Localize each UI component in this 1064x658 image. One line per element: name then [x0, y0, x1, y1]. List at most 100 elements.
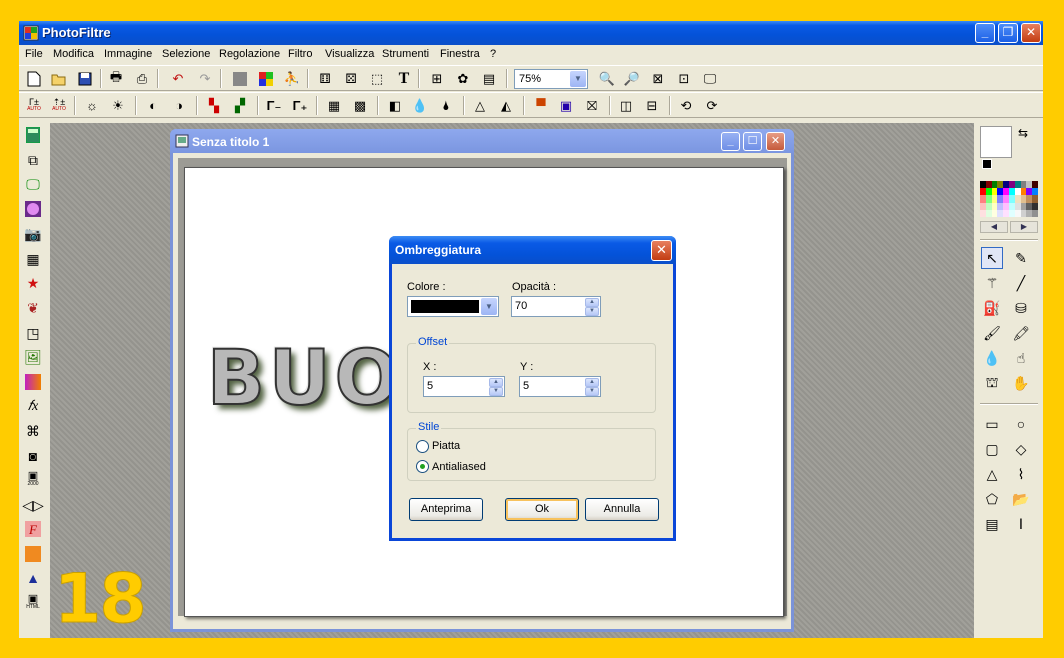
function-button[interactable]: 𝑓x: [24, 398, 42, 416]
zoom-in-button[interactable]: 🔍: [598, 70, 616, 87]
brightness-minus-button[interactable]: ☼: [83, 97, 101, 114]
rotate-left-button[interactable]: ⟲: [677, 97, 695, 114]
style-antialiased-label[interactable]: Antialiased: [432, 461, 486, 473]
print-button[interactable]: 🖶: [107, 69, 125, 87]
palette-swatch[interactable]: [1032, 181, 1038, 189]
menu-visualizza[interactable]: Visualizza: [325, 48, 374, 60]
new-file-button[interactable]: [25, 70, 43, 87]
palette-swatch[interactable]: [1032, 202, 1038, 210]
spin-down-icon[interactable]: ▼: [489, 387, 503, 396]
filter-emboss-button[interactable]: ◧: [386, 97, 404, 114]
filter-texture-button[interactable]: ▩: [351, 97, 369, 114]
brightness-plus-button[interactable]: ☀: [109, 97, 127, 114]
save-button[interactable]: [76, 70, 94, 87]
layers-button[interactable]: ⧉: [24, 151, 42, 169]
texture-fill-button[interactable]: ⛝: [583, 97, 601, 114]
orange-fill-button[interactable]: [24, 545, 42, 563]
doc-minimize-button[interactable]: _: [721, 132, 740, 151]
camera-button[interactable]: 📷: [24, 225, 42, 243]
foreground-color-swatch[interactable]: [980, 126, 1012, 158]
lasso-select-button[interactable]: ⌇: [1010, 463, 1032, 485]
title-bar[interactable]: PhotoFiltre _ ❐ ✕: [19, 21, 1043, 45]
selection-tool-button[interactable]: ↖: [981, 247, 1003, 269]
style-antialiased-radio[interactable]: [416, 460, 429, 473]
page-fold-button[interactable]: ◳: [24, 324, 42, 342]
gradient-button[interactable]: ▀: [532, 97, 550, 114]
frame-effect-button[interactable]: ◙: [24, 447, 42, 465]
fit-window-button[interactable]: ⊡: [675, 70, 693, 87]
gradient-fill-button[interactable]: [24, 373, 42, 391]
palette-prev-button[interactable]: ◀: [980, 221, 1008, 233]
zoom-out-button[interactable]: 🔎: [623, 70, 641, 87]
crop-button[interactable]: ⬚: [368, 70, 386, 87]
minimize-button[interactable]: _: [975, 23, 995, 43]
spin-up-icon[interactable]: ▲: [585, 298, 599, 307]
chevron-down-icon[interactable]: ▼: [481, 298, 497, 315]
automate-button[interactable]: ⛹: [283, 70, 301, 87]
gamma-auto-plus-button[interactable]: ⇡± AUTO: [50, 97, 68, 114]
stamp-tool-button[interactable]: ⛫: [981, 372, 1003, 394]
opacity-stepper[interactable]: 70 ▲ ▼: [511, 296, 601, 317]
style-flat-radio[interactable]: [416, 440, 429, 453]
blur-button[interactable]: 💧: [411, 97, 429, 114]
hand-tool-button[interactable]: ✋: [1010, 372, 1032, 394]
polygon-select-button[interactable]: ⬠: [981, 488, 1003, 510]
zoom-select[interactable]: 75% ▼: [514, 69, 588, 89]
menu-help[interactable]: ?: [490, 48, 496, 60]
window-button[interactable]: ▤: [480, 70, 498, 87]
blur-tool-button[interactable]: 💧: [981, 347, 1003, 369]
rounded-rect-select-button[interactable]: ▢: [981, 438, 1003, 460]
mosaic-button[interactable]: ▦: [24, 250, 42, 268]
frame-button[interactable]: ▣: [557, 97, 575, 114]
gamma-minus-button[interactable]: Γ₋: [265, 97, 283, 114]
dialog-close-button[interactable]: ✕: [651, 240, 672, 261]
style-flat-label[interactable]: Piatta: [432, 440, 460, 452]
spin-down-icon[interactable]: ▼: [585, 387, 599, 396]
redo-button[interactable]: ↷: [196, 70, 214, 87]
rotate-right-button[interactable]: ⟳: [703, 97, 721, 114]
scan-button[interactable]: ⎙: [133, 70, 151, 87]
spin-up-icon[interactable]: ▲: [489, 378, 503, 387]
grayscale-button[interactable]: [231, 70, 249, 87]
sphere-button[interactable]: [24, 200, 42, 218]
palette-swatch[interactable]: [1032, 209, 1038, 217]
menu-modifica[interactable]: Modifica: [53, 48, 94, 60]
restore-button[interactable]: ❐: [998, 23, 1018, 43]
ellipse-select-button[interactable]: ○: [1010, 413, 1032, 435]
text-select-button[interactable]: Ⅰ: [1010, 513, 1032, 535]
magic-wand-tool-button[interactable]: ⚚: [981, 272, 1003, 294]
rectangle-select-button[interactable]: ▭: [981, 413, 1003, 435]
canvas-size-button[interactable]: ⚄: [342, 70, 360, 87]
advanced-brush-tool-button[interactable]: 🖍: [1010, 322, 1032, 344]
actual-size-button[interactable]: ⊠: [649, 70, 667, 87]
select-all-button[interactable]: ▤: [981, 513, 1003, 535]
triangle-select-button[interactable]: △: [981, 463, 1003, 485]
close-button[interactable]: ✕: [1021, 23, 1041, 43]
shadow-color-select[interactable]: ▼: [407, 296, 499, 317]
ok-button[interactable]: Ok: [505, 498, 579, 521]
flip-vertical-button[interactable]: ⊟: [643, 97, 661, 114]
menu-strumenti[interactable]: Strumenti: [382, 48, 429, 60]
mirror-button[interactable]: ◁▷: [22, 496, 44, 514]
effects-button[interactable]: ❦: [24, 299, 42, 317]
document-title-bar[interactable]: Senza titolo 1 _ ☐ ✕: [170, 129, 794, 153]
contrast-minus-button[interactable]: ◐: [144, 97, 162, 114]
diamond-select-button[interactable]: ◇: [1010, 438, 1032, 460]
open-file-button[interactable]: [50, 70, 68, 87]
save-2000-button[interactable]: ▣ 2000: [24, 471, 42, 489]
plugins-button[interactable]: ✿: [454, 70, 472, 87]
cancel-button[interactable]: Annulla: [585, 498, 659, 521]
image-size-button[interactable]: ⚅: [316, 70, 334, 87]
offset-y-stepper[interactable]: 5 ▲ ▼: [519, 376, 601, 397]
brush-tool-button[interactable]: 🖌: [981, 322, 1003, 344]
default-colors-icon[interactable]: [982, 159, 992, 169]
chevron-down-icon[interactable]: ▼: [570, 71, 586, 87]
color-button[interactable]: [257, 70, 275, 87]
pattern-button[interactable]: ⌘: [24, 422, 42, 440]
sharpen-more-button[interactable]: ◭: [497, 97, 515, 114]
text-button[interactable]: T: [395, 70, 413, 87]
slideshow-button[interactable]: 🖵: [24, 175, 42, 193]
gamma-plus-button[interactable]: Γ₊: [291, 97, 309, 114]
saturation-plus-button[interactable]: ▞: [231, 97, 249, 114]
saturation-minus-button[interactable]: ▚: [205, 97, 223, 114]
